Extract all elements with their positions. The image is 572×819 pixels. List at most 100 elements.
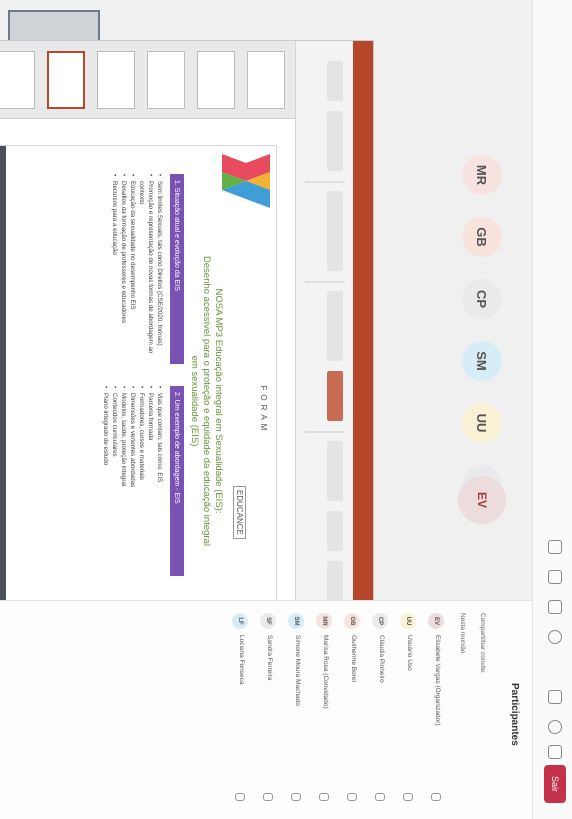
ribbon-button[interactable] (327, 291, 343, 361)
slide-left-column: 1. Situação atual e evolução da EIS Sem … (24, 174, 184, 364)
slide-thumbnail-selected[interactable] (47, 51, 85, 109)
slide-thumbnail[interactable] (247, 51, 285, 109)
mic-icon (347, 793, 357, 801)
slide-bullet: Conteúdos curriculares (110, 386, 119, 576)
panel-title: Participantes (509, 683, 520, 746)
participant-row[interactable]: GB Guilherme Borel (340, 613, 362, 809)
participant-row[interactable]: MR Marisa Rosa (Convidado) (312, 613, 334, 809)
reactions-icon[interactable] (548, 630, 562, 644)
slide-heading-line: NOSA MP3 Educação integral em Sexualidad… (213, 288, 224, 514)
participant-avatar: SM (288, 613, 304, 629)
slide-bullet: Parceria formada (146, 386, 155, 576)
ribbon-button[interactable] (327, 511, 343, 551)
slide-right-column: 2. Um exemplo de abordagem - EIS Vias qu… (24, 386, 184, 576)
share-invite-link[interactable]: Compartilhar convite (479, 613, 486, 673)
self-avatar: EV (458, 476, 506, 524)
right-column-bullets: Vias que contam, tais como: EISParceria … (101, 386, 164, 576)
mic-icon (375, 793, 385, 801)
participant-avatar: SF (260, 613, 276, 629)
section-label: Nesta reunião (459, 613, 466, 654)
slide-bullet: Formadores, cursos e materiais (137, 386, 146, 576)
participant-name: Cláudia Pinheiro (378, 635, 385, 683)
participant-avatar: CP (372, 613, 388, 629)
slide-thumbnails (0, 41, 295, 119)
slide-bullet: Desafios da formação de professores e ed… (119, 174, 128, 364)
people-icon[interactable] (548, 570, 562, 584)
slide-footer-band (0, 146, 6, 601)
right-column-title: 2. Um exemplo de abordagem - EIS (170, 386, 184, 576)
powerpoint-title-bar (353, 41, 373, 626)
slide-bullet: Modelos, saúde, proteção integral (119, 386, 128, 576)
colorful-logo-icon (222, 154, 270, 208)
share-icon[interactable] (548, 745, 562, 759)
raise-hand-icon[interactable] (548, 600, 562, 614)
left-column-bullets: Sem limites Sexuais, tais como Direitos … (110, 174, 164, 364)
slide-thumbnail[interactable] (197, 51, 235, 109)
mic-icon (403, 793, 413, 801)
participant-name: Luciana Fonseca (238, 635, 245, 685)
participant-tile[interactable]: GB (462, 217, 502, 257)
ribbon-selected-button[interactable] (327, 371, 343, 421)
participant-avatar: UU (400, 613, 416, 629)
mic-icon (263, 793, 273, 801)
slide-brand: FORAM (259, 385, 268, 435)
slide-heading: NOSA MP3 Educação integral em Sexualidad… (188, 206, 224, 596)
participant-tile[interactable]: SM (462, 341, 502, 381)
ribbon-divider (305, 181, 345, 183)
participant-tile[interactable]: CP (462, 279, 502, 319)
rotated-screenshot: Sair MR GB CP SM UU SF EV (0, 0, 572, 819)
ribbon-divider (305, 281, 345, 283)
slide-bullet: Promoção e representação de novas formas… (137, 174, 155, 364)
slide-bullet: Recursos para a educação (110, 174, 119, 364)
participant-name: Simone Moura Machado (294, 635, 301, 706)
mic-icon (291, 793, 301, 801)
meeting-toolbar: Sair (532, 0, 572, 819)
participant-name: Sandra Ferreira (266, 635, 273, 681)
meeting-stage: MR GB CP SM UU SF EV (0, 0, 532, 626)
participant-avatar: GB (344, 613, 360, 629)
participant-name: Usuário Uso (406, 635, 413, 671)
participant-name: Guilherme Borel (350, 635, 357, 682)
ribbon-button[interactable] (327, 191, 343, 271)
participant-avatar: MR (316, 613, 332, 629)
participant-avatar: EV (428, 613, 444, 629)
camera-icon[interactable] (548, 690, 562, 704)
ribbon-button[interactable] (327, 441, 343, 501)
slide-heading-line: em sexualidade (EIS) (189, 355, 200, 447)
slide-heading-line: Desenho acessível para o proteção e equi… (201, 256, 212, 546)
participant-row[interactable]: UU Usuário Uso (396, 613, 418, 809)
slide-bullet: Dimensões e vertentes abordadas (128, 386, 137, 576)
participant-name: Elisabete Vargas (Organizador) (434, 635, 441, 726)
meeting-screen: Sair MR GB CP SM UU SF EV (0, 0, 572, 819)
mic-icon[interactable] (548, 720, 562, 734)
slide-thumbnail[interactable] (97, 51, 135, 109)
participant-avatar: LF (232, 613, 248, 629)
participant-row[interactable]: SM Simone Moura Machado (284, 613, 306, 809)
participant-row[interactable]: LF Luciana Fonseca (228, 613, 250, 809)
participant-tile[interactable]: MR (462, 155, 502, 195)
ribbon-button[interactable] (327, 111, 343, 171)
slide-thumbnail[interactable] (0, 51, 35, 109)
powerpoint-ribbon (295, 41, 353, 626)
slide-bullet: Plano integrado de estudo (101, 386, 110, 576)
participant-tile[interactable]: UU (462, 403, 502, 443)
participant-name: Marisa Rosa (Convidado) (322, 635, 329, 709)
participants-panel: Participantes Compartilhar convite Nesta… (0, 600, 532, 819)
participant-row[interactable]: SF Sandra Ferreira (256, 613, 278, 809)
ribbon-button[interactable] (327, 61, 343, 101)
chat-icon[interactable] (548, 540, 562, 554)
shared-powerpoint-window[interactable]: FORAM EDUCANCE NOSA MP3 Educação integra… (0, 40, 374, 626)
leave-button[interactable]: Sair (544, 765, 566, 803)
slide-bullet: Sem limites Sexuais, tais como Direitos … (155, 174, 164, 364)
participant-row[interactable]: EV Elisabete Vargas (Organizador) (424, 613, 446, 809)
slide-bullet: Educação da sexualidade no desempenho EI… (128, 174, 137, 364)
mic-icon (319, 793, 329, 801)
slide-thumbnail[interactable] (147, 51, 185, 109)
slide-bullet: Vias que contam, tais como: EIS (155, 386, 164, 576)
current-slide: FORAM EDUCANCE NOSA MP3 Educação integra… (0, 145, 277, 601)
participant-row[interactable]: CP Cláudia Pinheiro (368, 613, 390, 809)
left-column-title: 1. Situação atual e evolução da EIS (170, 174, 184, 364)
ribbon-divider (305, 431, 345, 433)
slide-partner-logo: EDUCANCE (233, 486, 246, 539)
mic-icon (431, 793, 441, 801)
